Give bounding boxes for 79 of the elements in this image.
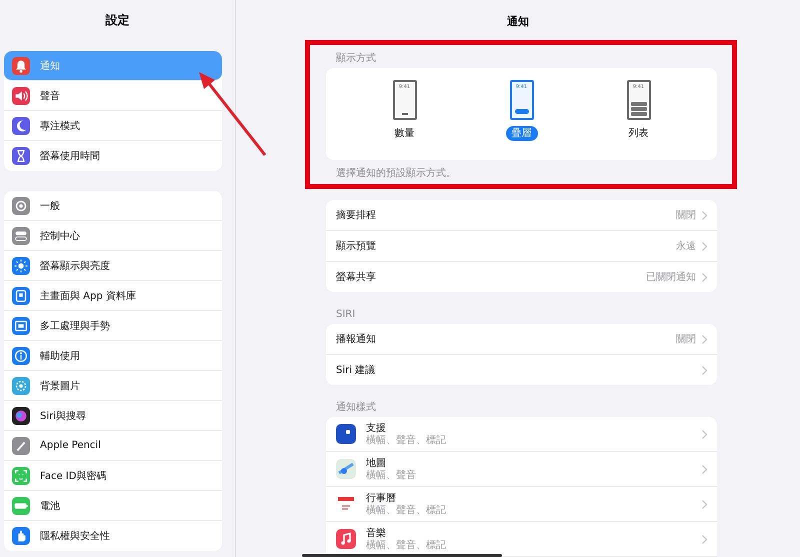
sidebar-item[interactable]: 多工處理與手勢 [4, 311, 222, 341]
chevron-icon [702, 334, 707, 344]
style-label[interactable]: 疊層 [506, 126, 538, 141]
app-detail: 橫幅、聲音、標記 [366, 540, 447, 550]
style-label[interactable]: 數量 [388, 126, 420, 141]
row-label: 播報通知 [336, 332, 376, 346]
app-detail: 橫幅、聲音、標記 [366, 434, 447, 446]
grid-icon [12, 286, 30, 304]
app-name: 支援 [366, 422, 387, 434]
row-label: 顯示預覽 [336, 240, 376, 253]
app-row[interactable]: 支援 橫幅、聲音、標記 [326, 417, 717, 452]
section-header: 通知樣式 [335, 401, 377, 415]
settings-row[interactable]: 播報通知 關閉 [326, 324, 717, 355]
section-footer: 選擇通知的預設顯示方式。 [326, 160, 717, 180]
speaker-icon [12, 86, 30, 104]
flower-icon [12, 376, 30, 394]
sidebar-item[interactable]: 背景圖片 [4, 371, 222, 401]
bell-icon [12, 56, 30, 74]
sidebar-title: 設定 [106, 13, 130, 27]
page-title: 通知 [507, 15, 529, 28]
row-value: 已關閉通知 [646, 270, 696, 284]
sidebar-item[interactable]: 控制中心 [4, 221, 222, 251]
app-name: 地圖 [366, 458, 387, 470]
face-frame-icon [12, 466, 30, 484]
app-name: 行事曆 [366, 492, 397, 504]
section-header: SIRI [335, 308, 356, 322]
sidebar-item[interactable]: 一般 [4, 191, 222, 221]
map-icon [336, 459, 356, 479]
chevron-icon [702, 464, 707, 474]
app-name: 音樂 [366, 528, 387, 540]
sun-icon [12, 256, 30, 274]
row-label: Siri 建議 [336, 364, 376, 377]
row-value: 關閉 [676, 209, 696, 222]
sidebar-item[interactable]: Face ID與密碼 [4, 461, 222, 491]
app-detail: 橫幅、聲音 [366, 470, 417, 480]
sidebar-item[interactable]: Apple Pencil [4, 431, 222, 461]
sidebar-item[interactable]: 電池 [4, 491, 222, 521]
switches-icon [12, 226, 30, 244]
hourglass-icon [12, 147, 30, 165]
row-value: 永遠 [676, 240, 696, 253]
sidebar-item[interactable]: 輔助使用 [4, 341, 222, 371]
sidebar-item[interactable]: 螢幕使用時間 [4, 141, 222, 171]
sidebar-item[interactable]: 主畫面與 App 資料庫 [4, 281, 222, 311]
moon-icon [12, 116, 30, 134]
sidebar-item[interactable]: 螢幕顯示與亮度 [4, 251, 222, 281]
accessibility-icon [12, 346, 30, 364]
chevron-icon [702, 210, 707, 220]
settings-row[interactable]: 摘要排程 關閉 [326, 200, 717, 231]
sidebar-item[interactable]: Siri與搜尋 [4, 401, 222, 431]
chevron-icon [702, 534, 707, 544]
sidebar-item[interactable]: 隱私權與安全性 [4, 521, 222, 551]
orb-icon [12, 406, 30, 424]
chevron-icon [702, 500, 707, 508]
style-label[interactable]: 列表 [622, 126, 654, 141]
app-row[interactable]: 地圖 橫幅、聲音 [326, 452, 717, 487]
squares-icon [12, 316, 30, 334]
settings-row[interactable]: 螢幕共享 已關閉通知 [326, 262, 717, 292]
chevron-icon [702, 430, 707, 438]
pencil-icon [12, 436, 30, 454]
chevron-icon [702, 272, 707, 282]
settings-row[interactable]: 顯示預覽 永遠 [326, 231, 717, 262]
section-header: 顯示方式 [335, 52, 377, 66]
row-value: 關閉 [676, 333, 696, 346]
hand-icon [12, 527, 30, 545]
app-icon [336, 424, 356, 444]
battery-icon [12, 496, 30, 514]
sidebar-item[interactable]: 專注模式 [4, 111, 222, 141]
chevron-icon [702, 242, 707, 250]
chevron-icon [702, 366, 707, 374]
list-bars [630, 102, 646, 116]
sidebar-item[interactable]: 聲音 [4, 81, 222, 111]
stack-pill [514, 109, 528, 114]
row-label: 摘要排程 [336, 208, 376, 222]
app-detail: 橫幅、聲音、標記 [366, 504, 447, 516]
music-note-icon [336, 529, 356, 549]
app-row[interactable]: 行事曆 橫幅、聲音、標記 [326, 487, 717, 522]
row-label: 螢幕共享 [336, 270, 376, 284]
settings-row[interactable]: Siri 建議 [326, 355, 717, 385]
gear-icon [12, 196, 30, 214]
